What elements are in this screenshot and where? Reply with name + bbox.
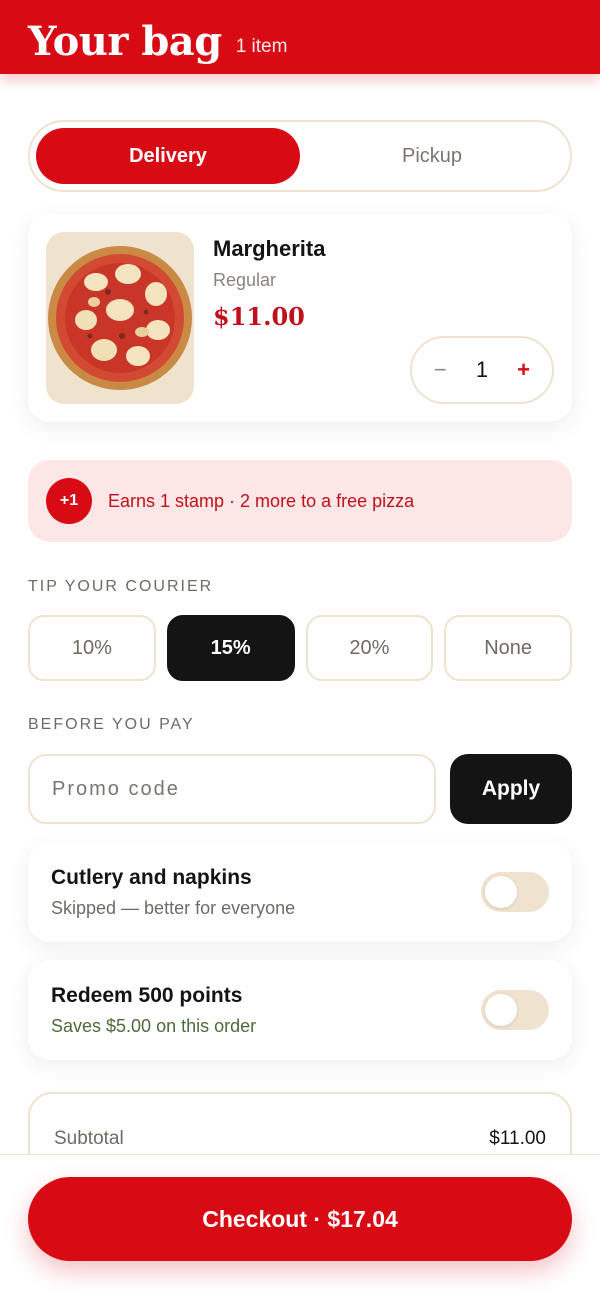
subtotal-label: Subtotal bbox=[54, 1128, 124, 1149]
fulfillment-toggle: Delivery Pickup bbox=[28, 120, 572, 192]
page-title: Your bag bbox=[28, 18, 222, 65]
cart-item-card: Margherita Regular $11.00 − 1 + bbox=[28, 214, 572, 422]
pickup-tab[interactable]: Pickup bbox=[300, 128, 564, 184]
increment-button[interactable]: + bbox=[517, 357, 530, 383]
redeem-toggle[interactable] bbox=[481, 990, 549, 1030]
app-header: Your bag 1 item bbox=[0, 0, 600, 74]
delivery-tab[interactable]: Delivery bbox=[36, 128, 300, 184]
apply-promo-button[interactable]: Apply bbox=[450, 754, 572, 824]
cutlery-option-card: Cutlery and napkins Skipped — better for… bbox=[28, 842, 572, 942]
checkout-button[interactable]: Checkout · $17.04 bbox=[28, 1177, 572, 1261]
cutlery-title: Cutlery and napkins bbox=[51, 866, 252, 889]
item-price: $11.00 bbox=[213, 302, 305, 331]
cutlery-subtitle: Skipped — better for everyone bbox=[51, 898, 296, 918]
tip-option-20[interactable]: 20% bbox=[305, 615, 434, 681]
redeem-points-card: Redeem 500 points Saves $5.00 on this or… bbox=[28, 960, 572, 1060]
item-variant: Regular bbox=[213, 270, 277, 290]
toggle-knob bbox=[485, 994, 517, 1026]
redeem-title: Redeem 500 points bbox=[51, 984, 243, 1007]
quantity-stepper: − 1 + bbox=[410, 336, 554, 404]
subtotal-value: $11.00 bbox=[489, 1128, 546, 1149]
toggle-knob bbox=[485, 876, 517, 908]
pizza-image bbox=[46, 232, 194, 404]
item-count: 1 item bbox=[235, 36, 288, 57]
loyalty-banner: +1 Earns 1 stamp · 2 more to a free pizz… bbox=[28, 460, 572, 542]
tip-options: 10% 15% 20% None bbox=[28, 615, 572, 681]
promo-code-input[interactable] bbox=[28, 754, 436, 824]
tip-option-15[interactable]: 15% bbox=[166, 615, 295, 681]
decrement-button[interactable]: − bbox=[434, 357, 447, 383]
stamp-badge: +1 bbox=[46, 478, 92, 524]
checkout-bar: Checkout · $17.04 bbox=[0, 1154, 600, 1298]
cutlery-toggle[interactable] bbox=[481, 872, 549, 912]
redeem-subtitle: Saves $5.00 on this order bbox=[51, 1016, 257, 1036]
tip-option-none[interactable]: None bbox=[444, 615, 572, 681]
stamp-text: Earns 1 stamp · 2 more to a free pizza bbox=[108, 490, 415, 511]
tip-option-10[interactable]: 10% bbox=[28, 615, 156, 681]
item-name: Margherita bbox=[213, 236, 326, 261]
quantity-value: 1 bbox=[475, 357, 489, 382]
before-pay-label: BEFORE YOU PAY bbox=[28, 716, 195, 733]
tip-section-label: TIP YOUR COURIER bbox=[28, 578, 214, 595]
